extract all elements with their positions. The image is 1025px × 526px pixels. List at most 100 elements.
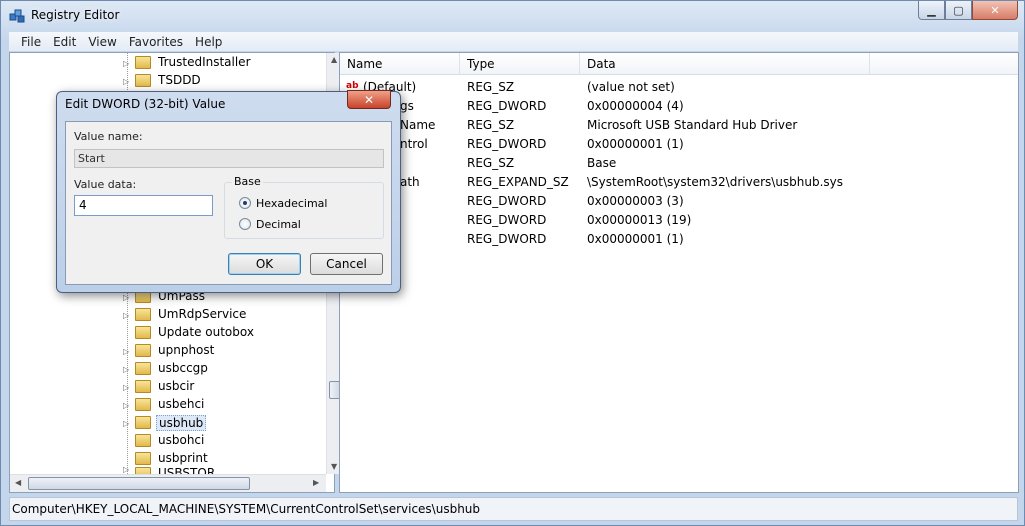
- expand-arrow-icon[interactable]: ▷: [123, 293, 131, 302]
- value-type: REG_DWORD: [467, 137, 547, 151]
- tree-item[interactable]: ▷ usbehci: [10, 396, 326, 414]
- folder-icon: [135, 56, 151, 69]
- tree-horizontal-scrollbar[interactable]: ◀ ▶: [10, 474, 326, 492]
- tree-item-label: TSDDD: [158, 73, 201, 87]
- scroll-up-arrow-icon[interactable]: ▲: [331, 55, 337, 64]
- tree-item-label: Update outobox: [158, 325, 254, 339]
- expand-arrow-icon[interactable]: ▷: [123, 77, 131, 86]
- minimize-button[interactable]: ▁: [918, 1, 945, 20]
- tree-item[interactable]: ▷ TSDDD: [10, 72, 326, 90]
- expand-arrow-icon[interactable]: ▷: [123, 59, 131, 68]
- value-data-input[interactable]: 4: [74, 195, 213, 216]
- value-data: 0x00000003 (3): [587, 194, 684, 208]
- window-title: Registry Editor: [31, 8, 120, 22]
- cancel-button[interactable]: Cancel: [310, 253, 383, 275]
- tree-item-label: upnphost: [158, 343, 215, 357]
- close-button[interactable]: ✕: [972, 1, 1018, 20]
- value-type: REG_SZ: [467, 118, 515, 132]
- expand-arrow-icon[interactable]: ▷: [123, 419, 131, 428]
- expand-arrow-icon[interactable]: ▷: [123, 383, 131, 392]
- folder-icon: [135, 452, 151, 465]
- value-type: REG_EXPAND_SZ: [467, 175, 569, 189]
- menu-edit[interactable]: Edit: [47, 35, 82, 49]
- value-type: REG_SZ: [467, 156, 515, 170]
- tree-item-label: usbprint: [158, 451, 208, 465]
- list-item[interactable]: REG_SZ Base: [340, 154, 1018, 173]
- tree-item[interactable]: ▷ USBSTOR: [10, 465, 326, 474]
- caption-buttons: ▁ ▢ ✕: [918, 1, 1018, 21]
- tree-item-label: usbccgp: [158, 361, 208, 375]
- tree-item[interactable]: Update outobox: [10, 324, 326, 342]
- tree-item-label: usbohci: [158, 433, 205, 447]
- tree-item-selected[interactable]: ▷ usbhub: [10, 414, 326, 432]
- column-header-type[interactable]: Type: [460, 53, 580, 75]
- radio-hexadecimal-label: Hexadecimal: [256, 196, 328, 210]
- tree-item[interactable]: ▷ usbccgp: [10, 360, 326, 378]
- value-data: Microsoft USB Standard Hub Driver: [587, 118, 798, 132]
- tree-item[interactable]: usbohci: [10, 432, 326, 450]
- dialog-body: Value name: Start Value data: 4 Base Hex…: [65, 121, 392, 285]
- tree-item-label: UmRdpService: [158, 307, 247, 321]
- radio-hexadecimal[interactable]: Hexadecimal: [239, 195, 327, 211]
- list-item[interactable]: ath REG_EXPAND_SZ \SystemRoot\system32\d…: [340, 173, 1018, 192]
- value-name: Name: [400, 118, 436, 132]
- folder-icon: [135, 74, 151, 87]
- radio-unselected-icon[interactable]: [239, 218, 251, 230]
- list-item[interactable]: ntrol REG_DWORD 0x00000001 (1): [340, 135, 1018, 154]
- list-header: Name Type Data: [340, 53, 1018, 75]
- ok-button[interactable]: OK: [228, 253, 301, 275]
- tree-item[interactable]: ▷ upnphost: [10, 342, 326, 360]
- value-name-label: Value name:: [74, 130, 143, 143]
- expand-arrow-icon[interactable]: ▷: [123, 465, 131, 474]
- menu-bar: File Edit View Favorites Help: [9, 32, 1018, 51]
- value-name: ntrol: [400, 137, 428, 151]
- menu-help[interactable]: Help: [189, 35, 228, 49]
- value-type: REG_DWORD: [467, 232, 547, 246]
- list-item[interactable]: REG_DWORD 0x00000013 (19): [340, 211, 1018, 230]
- menu-view[interactable]: View: [82, 35, 122, 49]
- values-list-pane[interactable]: Name Type Data ab (Default) REG_SZ (valu…: [339, 52, 1019, 493]
- tree-item[interactable]: ▷ TrustedInstaller: [10, 54, 326, 72]
- expand-arrow-icon[interactable]: ▷: [123, 365, 131, 374]
- list-item[interactable]: ab (Default) REG_SZ (value not set): [340, 78, 1018, 97]
- list-item[interactable]: REG_DWORD 0x00000001 (1): [340, 230, 1018, 249]
- menu-favorites[interactable]: Favorites: [123, 35, 189, 49]
- scroll-left-arrow-icon[interactable]: ◀: [15, 478, 21, 487]
- scroll-down-arrow-icon[interactable]: ▼: [331, 462, 337, 471]
- tree-item-label: usbhub: [156, 415, 207, 431]
- folder-icon: [135, 467, 151, 474]
- scroll-right-arrow-icon[interactable]: ▶: [313, 478, 319, 487]
- menu-file[interactable]: File: [15, 35, 47, 49]
- title-bar[interactable]: Registry Editor ▁ ▢ ✕: [1, 1, 1024, 31]
- tree-item[interactable]: ▷ usbcir: [10, 378, 326, 396]
- base-groupbox: Base Hexadecimal Decimal: [224, 175, 384, 239]
- value-type: REG_DWORD: [467, 194, 547, 208]
- radio-selected-icon[interactable]: [239, 197, 251, 209]
- column-header-name[interactable]: Name: [340, 53, 460, 75]
- folder-icon: [135, 344, 151, 357]
- tree-item-label: usbcir: [158, 379, 195, 393]
- folder-icon: [135, 362, 151, 375]
- value-data-label: Value data:: [74, 178, 137, 191]
- list-item[interactable]: REG_DWORD 0x00000003 (3): [340, 192, 1018, 211]
- tree-item[interactable]: ▷ UmRdpService: [10, 306, 326, 324]
- folder-icon: [135, 416, 151, 429]
- folder-icon: [135, 434, 151, 447]
- tree-item-label: TrustedInstaller: [158, 55, 251, 69]
- maximize-button[interactable]: ▢: [945, 1, 972, 20]
- expand-arrow-icon[interactable]: ▷: [123, 311, 131, 320]
- radio-decimal[interactable]: Decimal: [239, 216, 301, 232]
- column-header-data[interactable]: Data: [580, 53, 870, 75]
- radio-decimal-label: Decimal: [256, 217, 301, 231]
- value-data: 0x00000001 (1): [587, 232, 684, 246]
- value-type: REG_DWORD: [467, 213, 547, 227]
- list-item[interactable]: Name REG_SZ Microsoft USB Standard Hub D…: [340, 116, 1018, 135]
- expand-arrow-icon[interactable]: ▷: [123, 401, 131, 410]
- expand-arrow-icon[interactable]: ▷: [123, 347, 131, 356]
- list-item[interactable]: gs REG_DWORD 0x00000004 (4): [340, 97, 1018, 116]
- value-data: \SystemRoot\system32\drivers\usbhub.sys: [587, 175, 844, 189]
- base-label: Base: [232, 175, 263, 188]
- scroll-thumb[interactable]: [28, 477, 250, 490]
- dialog-close-button[interactable]: ✕: [347, 90, 391, 109]
- value-data: (value not set): [587, 80, 675, 94]
